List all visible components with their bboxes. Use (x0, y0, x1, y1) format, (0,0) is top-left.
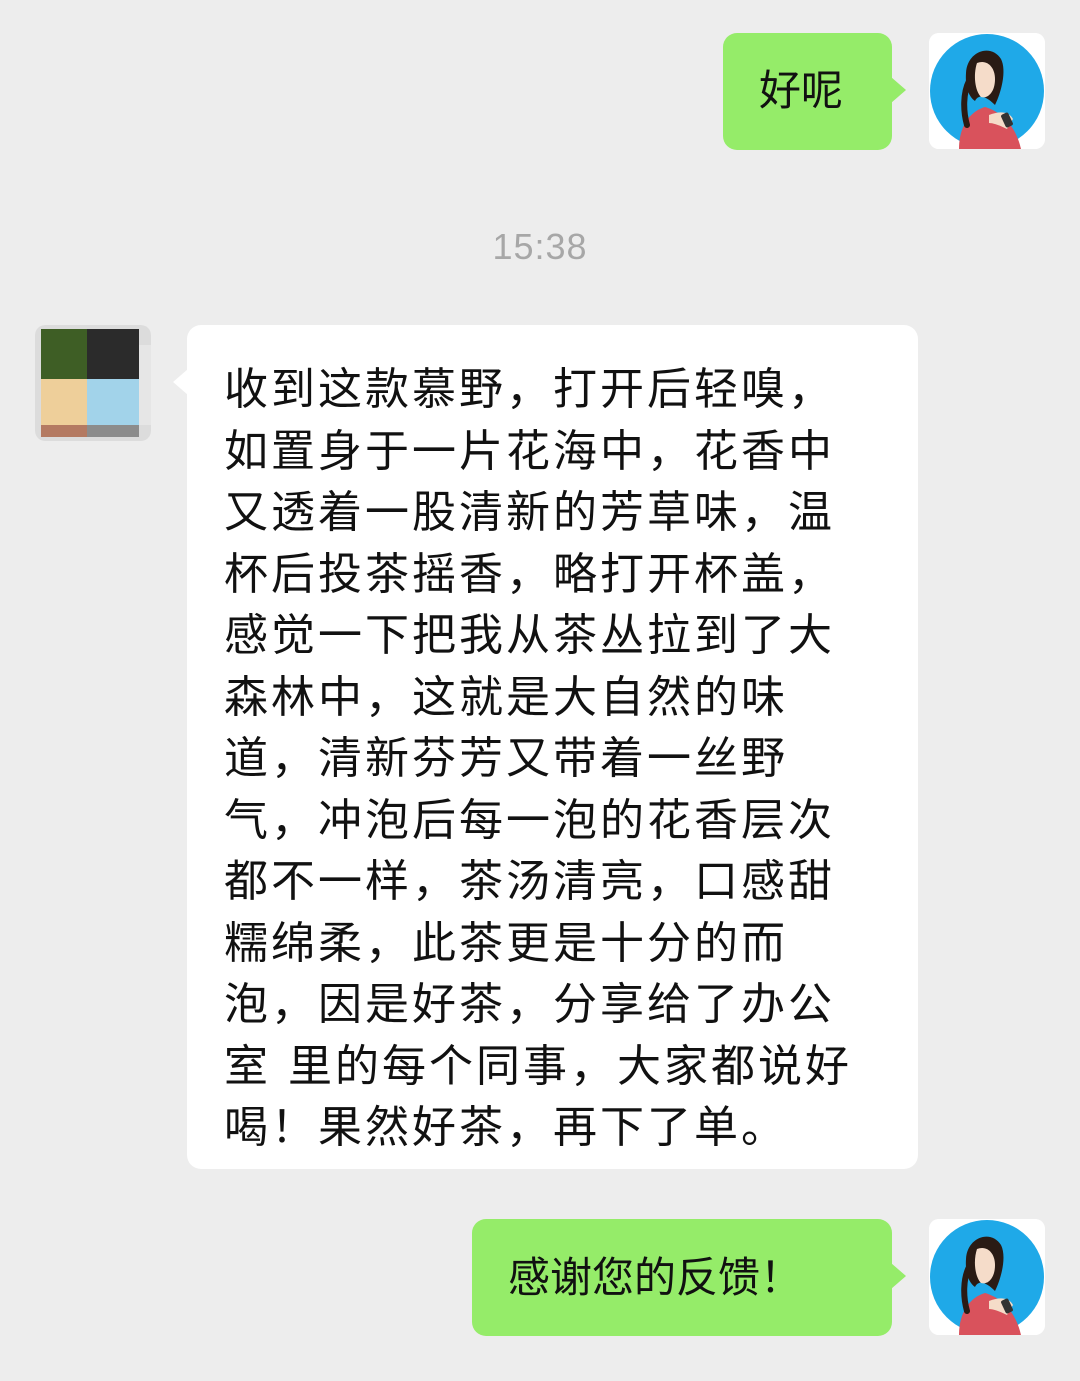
my-avatar[interactable] (929, 33, 1045, 149)
chat-window: 好呢 15:38 收到这款慕野，打开后轻嗅，如置身于一片花海中，花香中又透着一股… (0, 0, 1080, 1381)
message-text: 感谢您的反馈！ (508, 1253, 803, 1302)
chat-timestamp: 15:38 (492, 226, 588, 267)
message-text: 好呢 (759, 66, 844, 115)
bubble-tail (173, 369, 188, 395)
bubble-tail (891, 1263, 906, 1289)
sent-message-bubble[interactable]: 感谢您的反馈！ (472, 1219, 906, 1336)
woman-illustration-avatar-icon (929, 1219, 1045, 1335)
sent-message-bubble[interactable]: 好呢 (723, 33, 906, 150)
contact-avatar[interactable] (35, 325, 151, 441)
received-message-bubble[interactable]: 收到这款慕野，打开后轻嗅，如置身于一片花海中，花香中又透着一股清新的芳草味，温杯… (173, 325, 918, 1169)
woman-illustration-avatar-icon (929, 33, 1045, 149)
message-text: 收到这款慕野，打开后轻嗅，如置身于一片花海中，花香中又透着一股清新的芳草味，温杯… (224, 364, 852, 1153)
pixelated-customer-avatar-icon (35, 325, 151, 441)
my-avatar[interactable] (929, 1219, 1045, 1335)
bubble-tail (891, 77, 906, 103)
